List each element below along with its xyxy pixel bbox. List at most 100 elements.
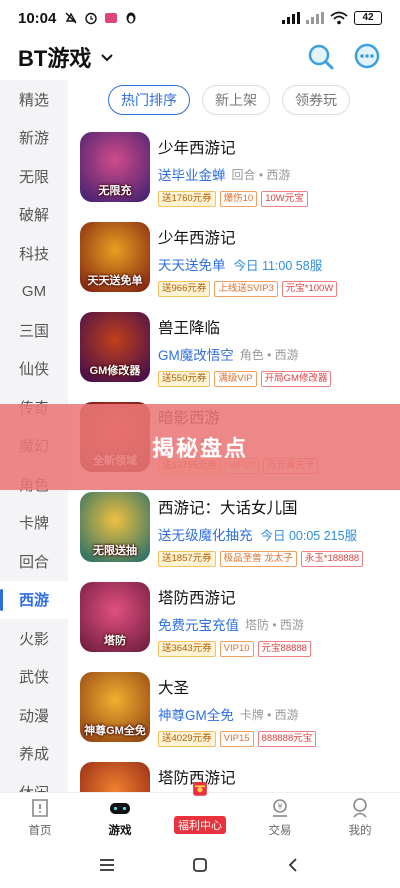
game-promo-row: 免费元宝充值 塔防 • 西游 <box>158 614 390 634</box>
sidebar-item-casual[interactable]: 休闲 <box>0 773 68 792</box>
game-coupon-badge: 送1857元券 <box>158 551 216 567</box>
game-perk-tag: 开局GM修改器 <box>260 371 332 387</box>
game-perk-tag: 元宝*100W <box>281 281 338 297</box>
gift-icon <box>193 782 207 796</box>
nav-home[interactable]: 首页 <box>0 793 80 842</box>
nav-profile[interactable]: 我的 <box>320 793 400 842</box>
game-tag-list: 送4029元券 VIP15 888888元宝 <box>158 731 390 747</box>
sidebar-item-unlimited[interactable]: 无限 <box>0 157 68 196</box>
sidebar-item-gm[interactable]: GM <box>0 273 68 312</box>
sidebar-item-featured[interactable]: 精选 <box>0 80 68 119</box>
game-cover-caption: 神尊GM全免 <box>84 725 146 737</box>
game-perk-tag: 元宝88888 <box>257 641 311 657</box>
message-icon[interactable] <box>352 42 382 72</box>
filter-coupon-play[interactable]: 领券玩 <box>282 85 350 115</box>
game-promo-text: 神尊GM全免 <box>158 708 234 723</box>
sidebar-item-journey-west[interactable]: 西游 <box>0 580 68 619</box>
game-genre-meta: 塔防 • 西游 <box>245 617 304 632</box>
nav-trade-label: 交易 <box>268 825 292 837</box>
nav-welfare-label: 福利中心 <box>174 816 226 834</box>
game-promo-row: GM魔改悟空 角色 • 西游 <box>158 344 390 364</box>
sidebar-item-wuxia[interactable]: 武侠 <box>0 658 68 697</box>
game-server-open-time: 今日 00:05 215服 <box>260 528 358 543</box>
status-time: 10:04 <box>18 9 57 27</box>
sidebar-item-xianxia[interactable]: 仙侠 <box>0 350 68 389</box>
game-coupon-badge: 送966元券 <box>158 281 211 297</box>
home-square-icon[interactable] <box>191 856 209 874</box>
nav-welfare-center[interactable]: 福利中心 <box>160 782 240 842</box>
game-name: 少年西游记 <box>158 230 236 247</box>
menu-icon[interactable] <box>98 856 116 874</box>
game-genre-meta: 回合 • 西游 <box>231 167 291 182</box>
sidebar-item-tech[interactable]: 科技 <box>0 234 68 273</box>
game-list-item[interactable]: 天天送免单 少年西游记天天送免单 今日 11:00 58服送966元券 上线送SVIP… <box>68 214 400 304</box>
sidebar-item-turn-based[interactable]: 回合 <box>0 542 68 581</box>
wifi-icon <box>330 11 348 25</box>
game-name: 少年西游记 <box>158 140 236 157</box>
game-cover-image[interactable]: 塔防 <box>80 582 150 652</box>
nav-games[interactable]: 游戏 <box>80 793 160 842</box>
game-cover-caption: 无限送抽 <box>93 545 137 557</box>
game-list-item[interactable]: 无限充 少年西游记送毕业金蝉 回合 • 西游送1760元券 爆伤10 10W元宝 <box>68 124 400 214</box>
profile-icon <box>353 798 367 818</box>
page-title[interactable]: BT游戏 <box>18 41 91 73</box>
game-promo-row: 送无级魔化抽充 今日 00:05 215服 <box>158 524 390 544</box>
game-cover-image[interactable]: 天天送免单 <box>80 222 150 292</box>
game-cover-caption: 无限充 <box>98 185 132 197</box>
game-promo-text: 免费元宝充值 <box>158 618 239 633</box>
game-perk-tag: 永玉*188888 <box>300 551 364 567</box>
game-cover-image[interactable]: 无限充 <box>80 132 150 202</box>
game-perk-tag: VIP15 <box>219 731 254 747</box>
nav-trade[interactable]: ¥ 交易 <box>240 793 320 842</box>
search-icon[interactable] <box>306 42 336 72</box>
penguin-icon <box>126 12 136 24</box>
game-coupon-badge: 送3643元券 <box>158 641 216 657</box>
game-promo-row: 天天送免单 今日 11:00 58服 <box>158 254 390 274</box>
game-info: 西游记：大话女儿国 送无级魔化抽充 今日 00:05 215服 送1857元券 极品圣兽… <box>158 492 390 567</box>
game-perk-tag: 满级VIP <box>214 371 257 387</box>
game-promo-row: 送毕业金蝉 回合 • 西游 <box>158 164 390 184</box>
sidebar-item-new[interactable]: 新游 <box>0 119 68 158</box>
back-icon[interactable] <box>284 856 302 874</box>
battery-indicator: 42 <box>354 11 382 25</box>
svg-text:¥: ¥ <box>277 802 282 811</box>
game-perk-tag: 上线送SVIP3 <box>214 281 278 297</box>
game-cover-image[interactable] <box>80 762 150 794</box>
sidebar-item-card[interactable]: 卡牌 <box>0 504 68 543</box>
filter-hot-sort[interactable]: 热门排序 <box>108 85 190 115</box>
banner-text: 揭秘盘点 <box>151 436 248 461</box>
game-promo-text: GM魔改悟空 <box>158 348 234 363</box>
sidebar-item-anime[interactable]: 动漫 <box>0 696 68 735</box>
sidebar-item-raising[interactable]: 养成 <box>0 735 68 774</box>
game-tag-list: 送1857元券 极品圣兽 龙太子 永玉*188888 <box>158 551 390 567</box>
game-cover-image[interactable]: GM修改器 <box>80 312 150 382</box>
game-list-item[interactable]: 无限送抽 西游记：大话女儿国 送无级魔化抽充 今日 00:05 215服 送1857元券… <box>68 484 400 574</box>
alarm-icon <box>85 12 98 25</box>
game-tag-list: 送3643元券 VIP10 元宝88888 <box>158 641 390 657</box>
nav-profile-label: 我的 <box>348 825 372 837</box>
chevron-down-icon[interactable] <box>99 49 115 65</box>
game-perk-tag: 极品圣兽 龙太子 <box>219 551 297 567</box>
game-list-item[interactable]: 塔防西游记 <box>68 754 400 794</box>
game-cover-caption: 天天送免单 <box>87 275 143 287</box>
game-name: 大圣 <box>158 680 190 697</box>
game-name: 塔防西游记 <box>158 590 236 607</box>
game-coupon-badge: 送1760元券 <box>158 191 216 207</box>
game-list-item[interactable]: 塔防 塔防西游记免费元宝充值 塔防 • 西游送3643元券 VIP10 元宝88888 <box>68 574 400 664</box>
sidebar-item-cracked[interactable]: 破解 <box>0 196 68 235</box>
game-list-item[interactable]: 神尊GM全免 大圣 神尊GM全免 卡牌 • 西游 送4029元券 VIP15 888888元… <box>68 664 400 754</box>
home-icon <box>32 799 48 817</box>
game-cover-image[interactable]: 无限送抽 <box>80 492 150 562</box>
filter-new-listing[interactable]: 新上架 <box>202 85 270 115</box>
bottom-nav: 首页 游戏 福利中心 ¥ 交易 我的 <box>0 782 400 842</box>
game-info: 少年西游记天天送免单 今日 11:00 58服送966元券 上线送SVIP3 元宝*1… <box>158 222 390 297</box>
sidebar-item-naruto[interactable]: 火影 <box>0 619 68 658</box>
cellular-signal-icon <box>282 12 300 24</box>
sort-filter-bar: 热门排序 新上架 领券玩 <box>68 82 400 118</box>
sidebar-item-three-kingdoms[interactable]: 三国 <box>0 311 68 350</box>
reveal-banner: 揭秘盘点 <box>0 404 400 490</box>
game-list-item[interactable]: GM修改器 兽王降临 GM魔改悟空 角色 • 西游 送550元券 满级VIP 开局GM修改器 <box>68 304 400 394</box>
game-cover-image[interactable]: 神尊GM全免 <box>80 672 150 742</box>
game-tag-list: 送1760元券 爆伤10 10W元宝 <box>158 191 390 207</box>
game-promo-row: 神尊GM全免 卡牌 • 西游 <box>158 704 390 724</box>
